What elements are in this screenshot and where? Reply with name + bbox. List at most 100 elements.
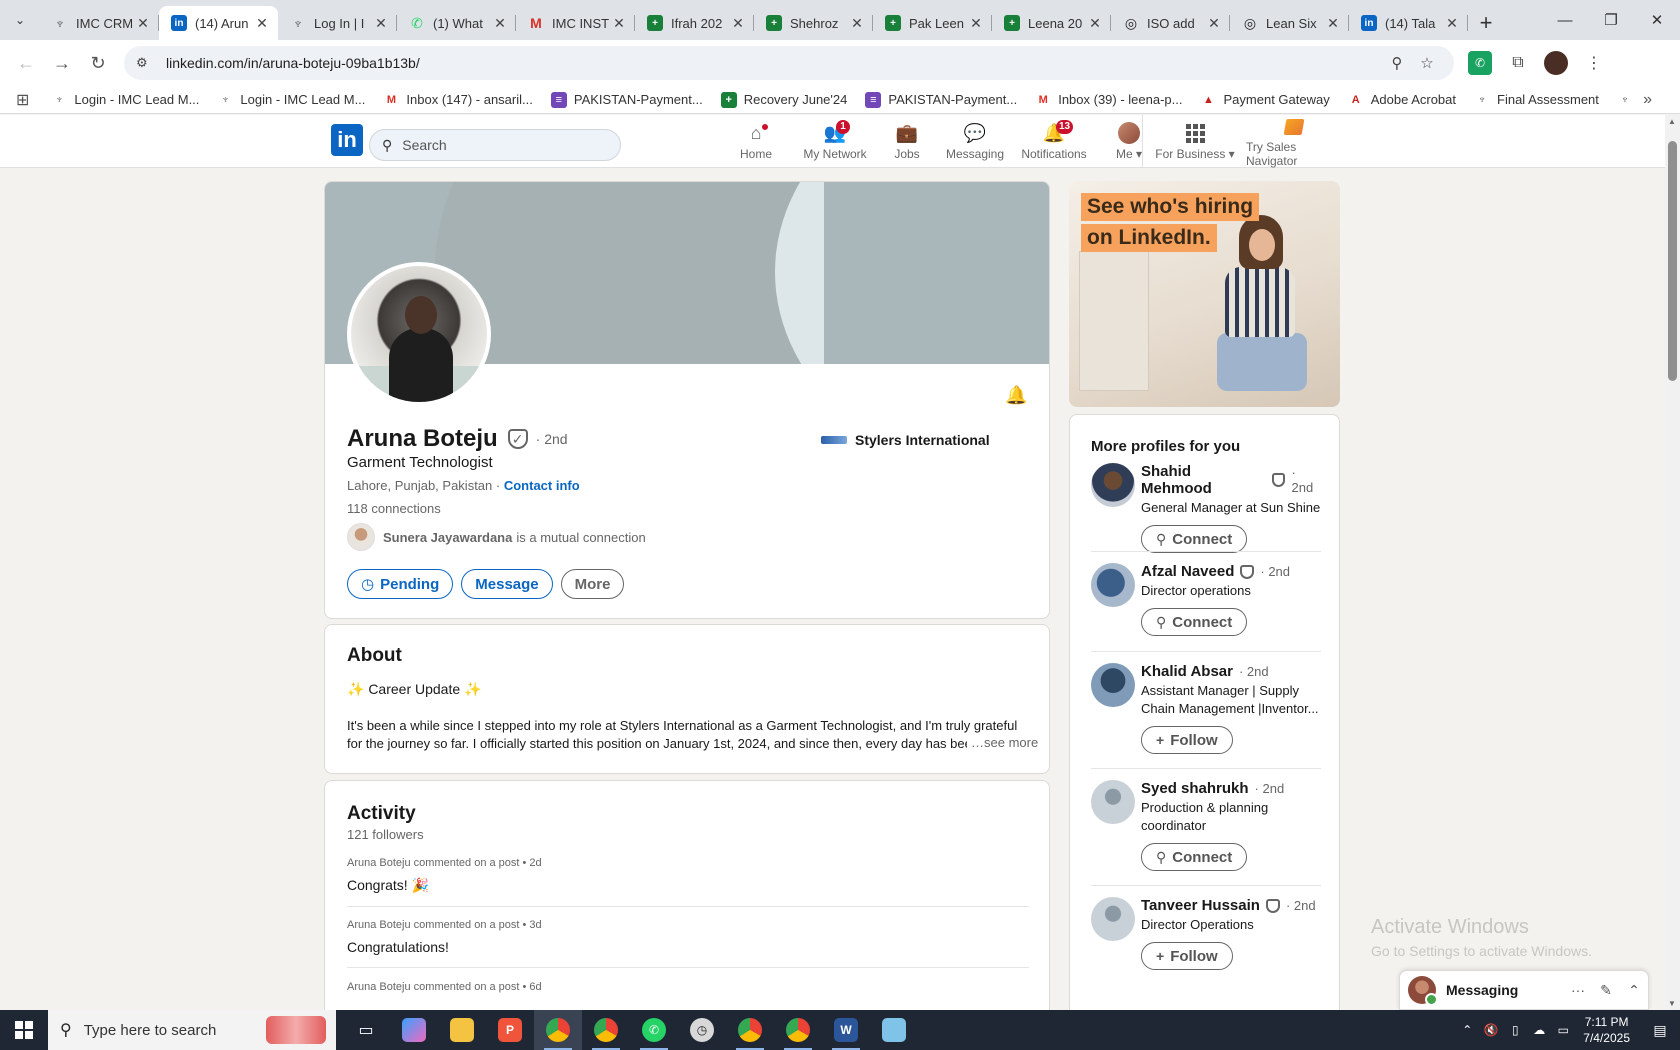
extension-icon[interactable]: ✆	[1468, 51, 1492, 75]
suggested-name[interactable]: Tanveer Hussain	[1141, 897, 1260, 914]
minimize-icon[interactable]: —	[1542, 0, 1588, 40]
suggested-name[interactable]: Khalid Absar	[1141, 663, 1233, 680]
browser-tab[interactable]: M IMC INST ✕	[516, 6, 635, 40]
tab-search-chevron-icon[interactable]: ⌄	[0, 0, 40, 40]
close-tab-icon[interactable]: ✕	[254, 15, 270, 32]
activity-item[interactable]: Aruna Boteju commented on a post • 6d	[347, 981, 1029, 1001]
suggested-avatar[interactable]	[1091, 897, 1135, 941]
search-input[interactable]: ⚲ Search	[369, 129, 621, 161]
taskbar-copilot[interactable]	[390, 1010, 438, 1050]
bookmark-star-icon[interactable]: ☆	[1412, 54, 1442, 72]
activity-item[interactable]: Aruna Boteju commented on a post • 3d Con…	[347, 919, 1029, 968]
mutual-connection[interactable]: Sunera Jayawardana is a mutual connectio…	[347, 523, 646, 551]
bookmark-item[interactable]: ≡ PAKISTAN-Payment...	[550, 91, 703, 108]
browser-tab[interactable]: + Leena 20 ✕	[992, 6, 1111, 40]
nav-jobs[interactable]: 💼 Jobs	[878, 115, 936, 168]
linkedin-logo-icon[interactable]: in	[331, 124, 363, 156]
back-arrow-icon[interactable]: ←	[8, 45, 44, 81]
suggested-avatar[interactable]	[1091, 780, 1135, 824]
browser-tab[interactable]: in (14) Arun ✕	[159, 6, 278, 40]
browser-tab[interactable]: ✆ (1) What ✕	[397, 6, 516, 40]
chevron-up-icon[interactable]: ⌃	[1620, 982, 1648, 999]
taskbar-file-explorer[interactable]	[438, 1010, 486, 1050]
scroll-down-icon[interactable]: ▼	[1668, 999, 1676, 1008]
chrome-menu-icon[interactable]: ⋮	[1582, 51, 1606, 75]
battery-icon[interactable]: ▯	[1503, 1023, 1527, 1037]
taskbar-word[interactable]: W	[822, 1010, 870, 1050]
more-button[interactable]: More	[560, 569, 625, 599]
browser-tab[interactable]: ♆ IMC CRM ✕	[40, 6, 159, 40]
taskbar-chrome-2[interactable]	[582, 1010, 630, 1050]
bookmark-item[interactable]: M Inbox (39) - leena-p...	[1035, 92, 1183, 108]
hiring-ad[interactable]: See who's hiring on LinkedIn.	[1069, 181, 1340, 407]
taskbar-clock-app[interactable]: ◷	[678, 1010, 726, 1050]
browser-tab[interactable]: + Pak Leen ✕	[873, 6, 992, 40]
close-tab-icon[interactable]: ✕	[968, 15, 984, 32]
close-tab-icon[interactable]: ✕	[1325, 15, 1341, 32]
new-tab-button[interactable]: +	[1468, 6, 1504, 40]
page-scrollbar[interactable]: ▲ ▼	[1665, 115, 1680, 1010]
follow-bell-icon[interactable]: 🔔	[1005, 385, 1027, 407]
weather-icon[interactable]: ☁	[1527, 1023, 1551, 1037]
clock[interactable]: 7:11 PM 7/4/2025	[1583, 1014, 1630, 1046]
bookmark-item[interactable]: ▲ Payment Gateway	[1201, 92, 1330, 108]
close-tab-icon[interactable]: ✕	[1087, 15, 1103, 32]
nav-for-business[interactable]: For Business ▾	[1150, 115, 1240, 168]
bookmark-item[interactable]: ♆ Final Assessment	[1474, 92, 1599, 108]
nav-sales-navigator[interactable]: Try Sales Navigator	[1246, 115, 1342, 168]
current-company[interactable]: Stylers International	[821, 432, 990, 448]
verified-shield-icon[interactable]: ✓	[507, 429, 528, 449]
close-tab-icon[interactable]: ✕	[849, 15, 865, 32]
profile-photo[interactable]	[347, 262, 491, 406]
browser-tab[interactable]: ◎ Lean Six ✕	[1230, 6, 1349, 40]
start-button[interactable]	[0, 1010, 48, 1050]
suggested-avatar[interactable]	[1091, 563, 1135, 607]
compose-icon[interactable]: ✎	[1592, 982, 1620, 999]
follow-button[interactable]: + Follow	[1141, 726, 1233, 754]
ellipsis-icon[interactable]: ···	[1564, 982, 1592, 998]
nav-my-network[interactable]: 1 👥 My Network	[792, 115, 878, 168]
close-tab-icon[interactable]: ✕	[373, 15, 389, 32]
volume-mute-icon[interactable]: 🔇	[1479, 1023, 1503, 1037]
message-button[interactable]: Message	[461, 569, 553, 599]
taskbar-chrome-4[interactable]	[774, 1010, 822, 1050]
bookmark-item[interactable]: A Adobe Acrobat	[1348, 92, 1456, 108]
nav-notifications[interactable]: 13 🔔 Notifications	[1014, 115, 1094, 168]
pending-button[interactable]: ◷ Pending	[347, 569, 454, 599]
url-text[interactable]: linkedin.com/in/aruna-boteju-09ba1b13b/	[166, 55, 1382, 71]
bookmark-item[interactable]: ≡ PAKISTAN-Payment...	[865, 91, 1017, 108]
bookmark-item[interactable]: + Recovery June'24	[720, 91, 847, 108]
suggested-avatar[interactable]	[1091, 463, 1135, 507]
suggested-avatar[interactable]	[1091, 663, 1135, 707]
close-tab-icon[interactable]: ✕	[492, 15, 508, 32]
taskbar-chrome-3[interactable]	[726, 1010, 774, 1050]
zoom-icon[interactable]: ⚲	[1382, 54, 1412, 72]
taskbar-search[interactable]: ⚲ Type here to search	[48, 1010, 336, 1050]
suggested-name[interactable]: Syed shahrukh	[1141, 780, 1249, 797]
scroll-up-icon[interactable]: ▲	[1668, 117, 1676, 126]
follow-button[interactable]: + Follow	[1141, 942, 1233, 970]
browser-tab[interactable]: ◎ ISO add ✕	[1111, 6, 1230, 40]
site-info-icon[interactable]: ⚙	[136, 55, 156, 71]
task-view-button[interactable]: ▭	[342, 1010, 390, 1050]
browser-tab[interactable]: + Ifrah 202 ✕	[635, 6, 754, 40]
restore-icon[interactable]: ❐	[1588, 0, 1634, 40]
connections-count[interactable]: 118 connections	[347, 501, 441, 516]
more-bookmarks-icon[interactable]: »	[1643, 91, 1652, 109]
close-tab-icon[interactable]: ✕	[1206, 15, 1222, 32]
extensions-puzzle-icon[interactable]: ⧉	[1506, 51, 1530, 75]
bookmark-item[interactable]: ♆ Login - IMC Lead M...	[51, 92, 199, 108]
address-bar[interactable]: ⚙ linkedin.com/in/aruna-boteju-09ba1b13b…	[124, 46, 1454, 80]
close-tab-icon[interactable]: ✕	[730, 15, 746, 32]
bookmark-item[interactable]: M Inbox (147) - ansaril...	[383, 92, 533, 108]
close-tab-icon[interactable]: ✕	[611, 15, 627, 32]
browser-tab[interactable]: + Shehroz ✕	[754, 6, 873, 40]
taskbar-chrome-1[interactable]	[534, 1010, 582, 1050]
bookmark-extra[interactable]: ♆	[1617, 92, 1640, 108]
contact-info-link[interactable]: Contact info	[504, 478, 580, 493]
suggested-name[interactable]: Afzal Naveed	[1141, 563, 1234, 580]
nav-messaging[interactable]: 💬 Messaging	[936, 115, 1014, 168]
reload-icon[interactable]: ↻	[80, 45, 116, 81]
messaging-overlay[interactable]: Messaging ··· ✎ ⌃	[1399, 970, 1649, 1010]
scrollbar-thumb[interactable]	[1668, 141, 1677, 381]
